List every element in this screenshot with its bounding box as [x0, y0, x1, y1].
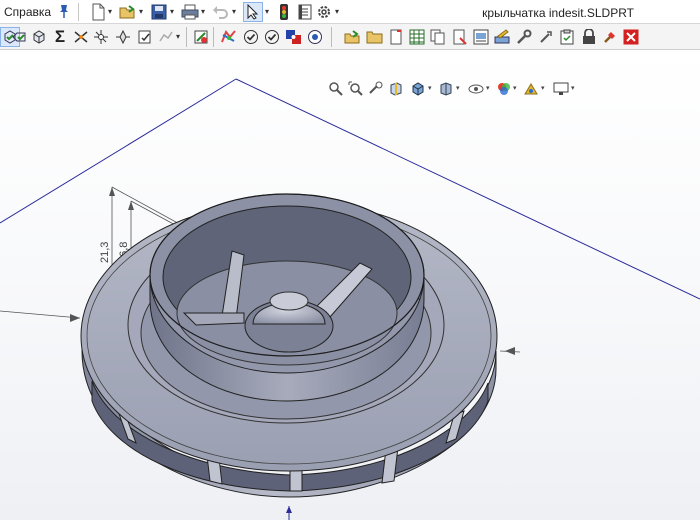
clipboard-icon[interactable]	[557, 27, 577, 47]
stats-icon[interactable]	[156, 27, 176, 47]
export-icon[interactable]	[305, 27, 325, 47]
dimension-outer-height[interactable]: 21,3	[99, 242, 111, 263]
print-dropdown-icon[interactable]: ▾	[201, 7, 205, 16]
commandmanager-toolbar: Σ ▾	[0, 24, 700, 50]
sum-icon[interactable]: Σ	[50, 27, 70, 47]
part-icon[interactable]	[29, 27, 49, 47]
table-icon[interactable]	[407, 27, 427, 47]
options-dropdown-icon[interactable]: ▾	[335, 7, 339, 16]
folder-icon[interactable]	[365, 27, 385, 47]
close-file-icon[interactable]	[386, 27, 406, 47]
close-red-icon[interactable]	[621, 27, 641, 47]
checkmark-icon[interactable]	[241, 27, 261, 47]
save-dropdown-icon[interactable]: ▾	[170, 7, 174, 16]
copy-icon[interactable]	[428, 27, 448, 47]
section-icon[interactable]	[113, 27, 133, 47]
open-dropdown-icon[interactable]: ▾	[139, 7, 143, 16]
help-menu[interactable]: Справка	[4, 5, 51, 19]
select-icon[interactable]	[243, 2, 263, 22]
tools-icon[interactable]	[514, 27, 534, 47]
open-folder-icon[interactable]	[343, 27, 363, 47]
print-icon[interactable]	[180, 2, 200, 22]
measure-icon[interactable]	[71, 27, 91, 47]
pin-icon[interactable]	[57, 3, 71, 19]
hole-icon[interactable]	[284, 27, 304, 47]
rename-icon[interactable]	[450, 27, 470, 47]
model-scene[interactable]: 21,3 16,8	[0, 51, 700, 520]
check-icon[interactable]	[135, 27, 155, 47]
title-bar: Справка ▾ ▾ ▾ ▾ ▾ ▾ ▾ крыльчатка indesit…	[0, 0, 700, 24]
new-document-icon[interactable]	[88, 2, 108, 22]
graphics-area[interactable]: ▾ ▾ ▾ ▾ ▾ ▾ 21,3 16,8	[0, 51, 700, 520]
paint-icon[interactable]	[600, 27, 620, 47]
impeller-model[interactable]	[80, 193, 498, 498]
mass-properties-icon[interactable]	[91, 27, 111, 47]
document-title: крыльчатка indesit.SLDPRT	[482, 6, 634, 20]
lock-icon[interactable]	[579, 27, 599, 47]
design-checker-icon[interactable]	[262, 27, 282, 47]
new-dropdown-icon[interactable]: ▾	[108, 7, 112, 16]
undo-icon[interactable]	[211, 2, 231, 22]
color-icon[interactable]	[219, 27, 239, 47]
pencil-icon[interactable]	[492, 27, 512, 47]
simulation-icon[interactable]	[191, 27, 211, 47]
rebuild-traffic-light-icon[interactable]	[274, 2, 294, 22]
file-properties-icon[interactable]	[295, 2, 315, 22]
print-preview-icon[interactable]	[471, 27, 491, 47]
stats-dropdown-icon[interactable]: ▾	[176, 32, 180, 41]
undo-dropdown-icon[interactable]: ▾	[232, 7, 236, 16]
options-gear-icon[interactable]	[314, 2, 334, 22]
open-icon[interactable]	[118, 2, 138, 22]
wrench-icon[interactable]	[536, 27, 556, 47]
smart-dimension-icon[interactable]	[9, 27, 29, 47]
save-icon[interactable]	[149, 2, 169, 22]
select-dropdown-icon[interactable]: ▾	[265, 7, 269, 16]
